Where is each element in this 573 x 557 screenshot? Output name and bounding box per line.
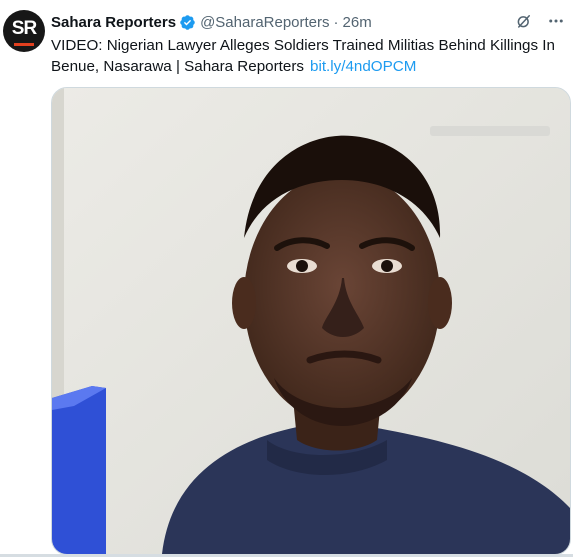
tweet-body: VIDEO: Nigerian Lawyer Alleges Soldiers … [51, 37, 555, 75]
tweet[interactable]: SR Sahara Reporters @SaharaReporters · 2… [0, 0, 573, 557]
display-name[interactable]: Sahara Reporters [51, 14, 176, 31]
timestamp[interactable]: 26m [343, 14, 372, 31]
separator-dot: · [333, 13, 339, 31]
tweet-text: VIDEO: Nigerian Lawyer Alleges Soldiers … [51, 35, 563, 77]
handle[interactable]: @SaharaReporters [200, 14, 329, 31]
video-frame-illustration [52, 88, 570, 554]
more-icon[interactable] [545, 10, 567, 32]
video-thumbnail[interactable] [51, 87, 571, 555]
avatar-logo-underline [14, 43, 34, 46]
tweet-actions-top [513, 10, 567, 32]
tweet-header: Sahara Reporters @SaharaReporters · 26m [51, 11, 372, 33]
verified-badge-icon [180, 14, 195, 30]
grok-icon[interactable] [513, 10, 535, 32]
avatar[interactable]: SR [3, 10, 45, 52]
tweet-link[interactable]: bit.ly/4ndOPCM [310, 58, 416, 75]
avatar-logo-text: SR [11, 18, 37, 39]
